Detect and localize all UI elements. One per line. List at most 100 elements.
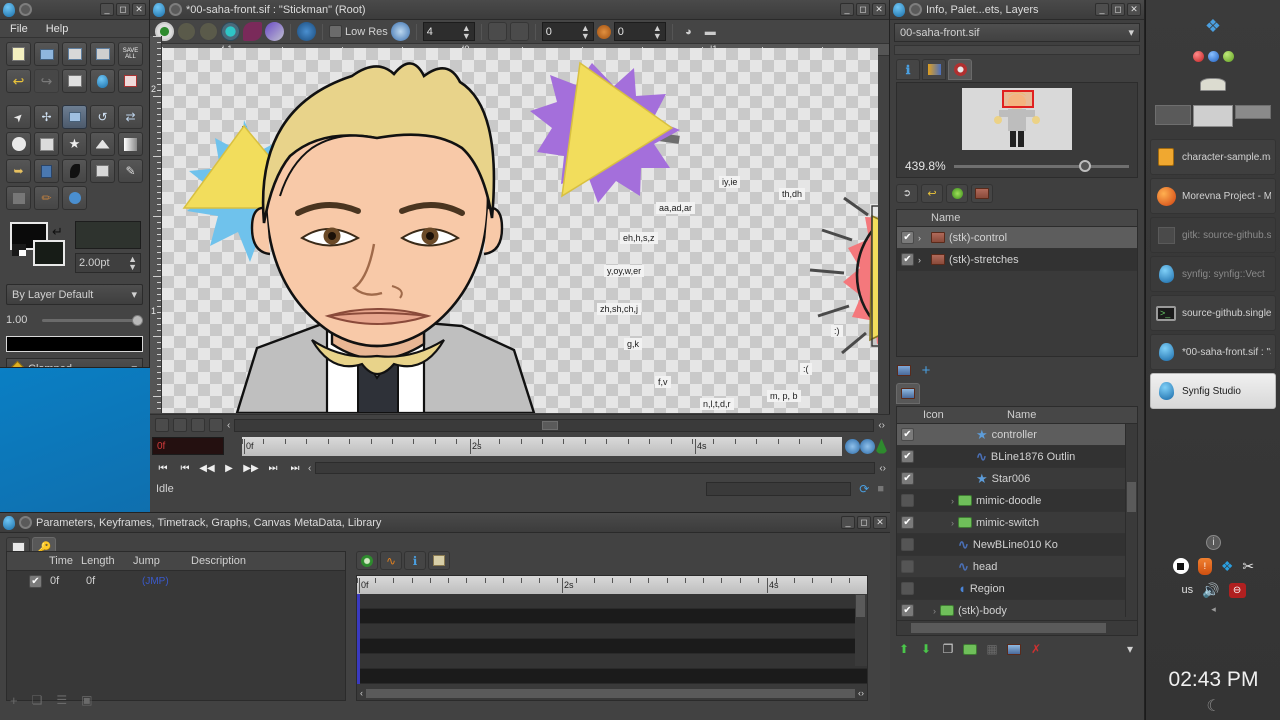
taskbar-item[interactable]: synfig: synfig::Vect <box>1150 256 1276 292</box>
save-all-icon[interactable]: SAVE ALL <box>118 42 143 66</box>
expander-icon[interactable]: › <box>918 233 927 243</box>
minimize-button[interactable]: _ <box>840 3 854 16</box>
open-file-icon[interactable] <box>34 42 59 66</box>
timetrack-row[interactable] <box>357 594 867 609</box>
refresh-icon[interactable]: ⟳ <box>859 482 869 496</box>
expander-icon[interactable]: › <box>918 255 927 265</box>
scroll-left-arrow[interactable]: ‹ <box>227 420 230 431</box>
layer-row[interactable]: NewBLine010 Ko <box>897 534 1137 556</box>
quality-field[interactable]: 4 ▲ ▼ <box>422 22 475 41</box>
sets-layers-icon[interactable] <box>896 362 912 378</box>
new-layer-icon[interactable] <box>1006 641 1022 657</box>
timetrack-row[interactable] <box>357 624 867 639</box>
timetrack-tab-icon[interactable] <box>356 551 378 570</box>
canvas-mode-right-icon[interactable] <box>209 418 223 432</box>
save-as-icon[interactable] <box>90 42 115 66</box>
canvas-metadata-tab-icon[interactable]: ℹ <box>404 551 426 570</box>
render-icon[interactable] <box>62 69 87 93</box>
window-switcher-icon[interactable] <box>1146 105 1280 127</box>
timetrack-row[interactable] <box>357 654 867 669</box>
time-scroll-left[interactable]: ‹ <box>308 463 311 474</box>
layers-vscrollbar[interactable] <box>1125 424 1137 617</box>
inkscape-icon[interactable] <box>1146 78 1280 91</box>
layers-hscroll-thumb[interactable] <box>911 623 1106 633</box>
brush-width-spinner[interactable]: ▲ ▼ <box>128 255 137 272</box>
play-button[interactable]: ▶ <box>220 460 238 476</box>
reset-colors-icon[interactable] <box>12 244 26 256</box>
opacity-slider[interactable]: 1.00 <box>6 311 143 329</box>
sets-list[interactable]: ✔ › (stk)-control ✔ › (stk)-stretches <box>897 227 1137 271</box>
time-ruler[interactable]: 0f 2s 4s <box>242 436 842 456</box>
rectangle-tool-icon[interactable] <box>34 132 59 156</box>
timetrack-ruler[interactable]: 0f 2s 4s <box>357 576 867 594</box>
maximize-button[interactable]: ◻ <box>116 3 130 16</box>
keyframe-time[interactable]: 0f <box>42 575 86 587</box>
timetrack-cursor[interactable] <box>357 594 360 684</box>
add-keyframe-icon[interactable]: + <box>10 693 18 708</box>
palette-tab-icon[interactable] <box>922 59 946 80</box>
timetrack-tracks[interactable] <box>357 594 867 684</box>
stop-icon[interactable]: ■ <box>877 483 884 495</box>
layer-row[interactable]: › mimic-doodle <box>897 490 1137 512</box>
opacity-knob[interactable] <box>132 314 143 326</box>
redo-icon[interactable]: ↪ <box>34 69 59 93</box>
polygon-tool-icon[interactable] <box>90 132 115 156</box>
spline-tool-icon[interactable]: ➥ <box>6 159 31 183</box>
scale-tool-icon[interactable] <box>62 105 87 129</box>
canvas-menu-icon[interactable] <box>169 3 182 16</box>
close-button[interactable]: ✕ <box>132 3 146 16</box>
keyframe-lock-icon[interactable] <box>596 24 611 39</box>
ink-icon[interactable] <box>243 22 262 41</box>
prev-frame-button[interactable]: ◀◀ <box>198 460 216 476</box>
layer-row[interactable]: ✔ BLine1876 Outlin <box>897 446 1137 468</box>
close-button[interactable]: ✕ <box>873 516 887 529</box>
scroll-right-arrow[interactable]: ‹› <box>878 420 885 431</box>
layer-visibility-checkbox[interactable]: ✔ <box>901 516 914 529</box>
bounds-begin-icon[interactable] <box>845 438 860 454</box>
layer-visibility-checkbox[interactable]: ✔ <box>901 450 914 463</box>
background-rendering-icon[interactable] <box>221 22 240 41</box>
brush-tool-icon[interactable]: ✎ <box>118 159 143 183</box>
new-file-icon[interactable] <box>6 42 31 66</box>
block-icon[interactable]: ⊖ <box>1228 582 1246 598</box>
layer-row[interactable]: head <box>897 556 1137 578</box>
next-frame-button[interactable]: ▶▶ <box>242 460 260 476</box>
params-menu-icon[interactable] <box>19 516 32 529</box>
eyedropper-tool-icon[interactable] <box>90 159 115 183</box>
canvas-hscrollbar[interactable] <box>234 418 875 432</box>
layer-visibility-checkbox[interactable]: ✔ <box>901 428 914 441</box>
curves-tab-icon[interactable]: ∿ <box>380 551 402 570</box>
onion-skin-past-icon[interactable] <box>177 22 196 41</box>
record-icon[interactable] <box>1172 558 1189 574</box>
timetrack-hscroll-thumb[interactable] <box>366 688 855 698</box>
dock-menu-icon[interactable] <box>909 3 922 16</box>
low-res-toggle-icon[interactable] <box>390 22 410 41</box>
prev-keyframe-button[interactable]: ⏮ <box>176 460 194 476</box>
timetrack-vscrollbar[interactable] <box>855 594 867 666</box>
layer-visibility-checkbox[interactable] <box>901 494 914 507</box>
set-visibility-checkbox[interactable]: ✔ <box>901 231 914 244</box>
fill-color-swatch[interactable] <box>33 240 65 266</box>
brush-width-field[interactable]: 2.00pt ▲ ▼ <box>75 253 141 273</box>
layers-hscrollbar[interactable] <box>897 620 1137 635</box>
rotate-tool-icon[interactable]: ↺ <box>90 105 115 129</box>
layers-menu-chevron-icon[interactable]: ▾ <box>1122 641 1138 657</box>
show-grid-icon[interactable] <box>487 22 507 41</box>
future-keyframes-field[interactable]: 0 ▲ ▼ <box>613 22 666 41</box>
close-button[interactable]: ✕ <box>1127 3 1141 16</box>
past-keyframes-spinner[interactable]: ▲ ▼ <box>581 23 590 40</box>
minimize-button[interactable]: _ <box>100 3 114 16</box>
navigator-tab-icon[interactable] <box>948 59 972 80</box>
tt-scroll-right[interactable]: ‹› <box>858 688 864 698</box>
maximize-button[interactable]: ◻ <box>1111 3 1125 16</box>
zoom-knob[interactable] <box>1079 159 1091 172</box>
width-tool-icon[interactable] <box>62 186 87 210</box>
layer-visibility-checkbox[interactable]: ✔ <box>901 472 914 485</box>
layer-visibility-checkbox[interactable] <box>901 538 914 551</box>
layer-row[interactable]: Region <box>897 578 1137 600</box>
canvas-hscroll-thumb[interactable] <box>541 420 558 430</box>
vertical-ruler[interactable]: 21 <box>150 36 162 413</box>
timetrack-hscrollbar[interactable]: ‹ ‹› <box>357 686 867 700</box>
volume-icon[interactable]: 🔊 <box>1202 582 1219 599</box>
layer-visibility-checkbox[interactable] <box>901 560 914 573</box>
